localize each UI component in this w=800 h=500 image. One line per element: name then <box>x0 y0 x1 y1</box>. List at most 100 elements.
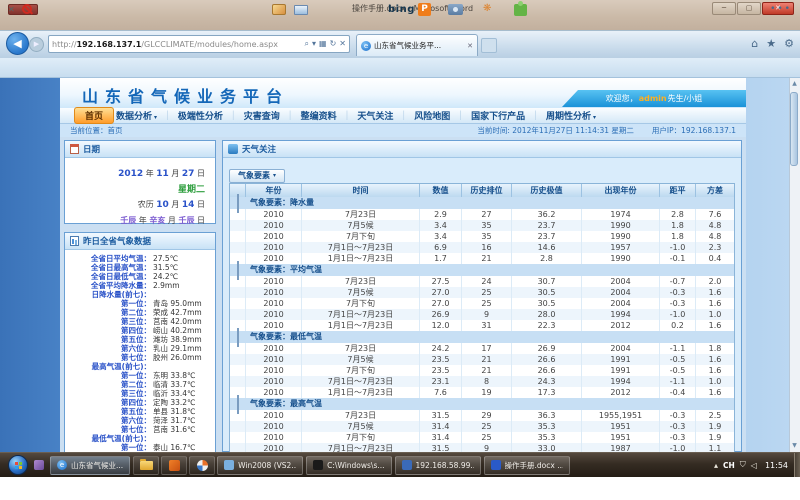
table-cell: 23.1 <box>420 376 462 387</box>
scroll-down-icon[interactable]: ▼ <box>791 442 798 449</box>
table-row[interactable]: 20107月1日～7月23日26.9928.01994-1.01.0 <box>230 309 734 320</box>
more-options-icon[interactable]: ••• <box>770 4 792 14</box>
plugin-addon-icon[interactable] <box>514 4 527 16</box>
nav-item-2[interactable]: 极端性分析 <box>176 109 225 122</box>
paw-addon-icon[interactable]: ❋ <box>483 3 491 14</box>
table-row[interactable]: 20107月5候27.02530.52004-0.31.6 <box>230 287 734 298</box>
column-header: 距平 <box>660 184 696 197</box>
table-cell: 29 <box>462 410 512 421</box>
table-cell: 2010 <box>246 242 302 253</box>
taskbar-media-button[interactable] <box>189 456 215 475</box>
nav-item-7[interactable]: 国家下行产品 <box>469 109 527 122</box>
nav-item-8[interactable]: 周期性分析▾ <box>544 109 598 122</box>
nav-item-6[interactable]: 风险地图 <box>412 109 452 122</box>
table-row[interactable]: 20107月23日2.92736.219742.87.6 <box>230 209 734 220</box>
table-group-row[interactable]: 气象要素：平均气温 <box>230 264 734 276</box>
element-filter-button[interactable]: 气象要素▾ <box>229 169 285 183</box>
table-row[interactable]: 20107月23日31.52936.31955,1951-0.32.5 <box>230 410 734 421</box>
table-row[interactable]: 20107月1日～7月23日23.1824.31994-1.11.0 <box>230 376 734 387</box>
table-row[interactable]: 20101月1日～7月23日12.03122.320120.21.6 <box>230 320 734 331</box>
ime-addon-icon[interactable]: P <box>418 3 431 16</box>
maximize-icon[interactable]: ▢ <box>737 2 761 15</box>
table-row[interactable]: 20107月5候3.43523.719901.84.8 <box>230 220 734 231</box>
table-cell: 2010 <box>246 276 302 287</box>
network-icon[interactable]: ⛉ <box>740 460 746 470</box>
table-cell: 7月下旬 <box>302 432 420 443</box>
nav-item-5[interactable]: 天气关注 <box>355 109 395 122</box>
table-cell: 31.4 <box>420 421 462 432</box>
taskbar-app-button[interactable] <box>161 456 187 475</box>
settings-gear-icon[interactable]: ⚙ <box>784 37 794 50</box>
nav-item-1[interactable]: 数据分析▾ <box>114 109 159 122</box>
stat-value: 31.5℃ <box>153 263 178 272</box>
table-cell: 1990 <box>582 220 660 231</box>
table-row[interactable]: 20107月下旬23.52126.61991-0.51.6 <box>230 365 734 376</box>
nav-item-3[interactable]: 灾害查询 <box>242 109 282 122</box>
addon-close-icon[interactable]: ✕ <box>8 5 15 14</box>
pinned-app-icon[interactable] <box>34 460 44 470</box>
table-row[interactable]: 20101月1日～7月23日7.61917.32012-0.41.6 <box>230 387 734 398</box>
nav-item-4[interactable]: 整编资料 <box>299 109 339 122</box>
search-icon[interactable]: ⌕ <box>305 39 309 49</box>
table-row[interactable]: 20101月1日～7月23日1.7212.81990-0.10.4 <box>230 253 734 264</box>
group-label: 气象要素：降水量 <box>246 197 314 209</box>
scroll-up-icon[interactable]: ▲ <box>791 80 798 87</box>
table-row[interactable]: 20107月下旬31.42535.31951-0.31.9 <box>230 432 734 443</box>
table-row[interactable]: 20107月5候23.52126.61991-0.51.6 <box>230 354 734 365</box>
show-desktop-button[interactable] <box>794 453 800 478</box>
forward-button[interactable]: ▶ <box>29 37 44 52</box>
browser-tab[interactable]: e 山东省气候业务平... ✕ <box>356 34 478 56</box>
taskbar-folder-button[interactable] <box>133 456 159 475</box>
table-cell: 25 <box>462 287 512 298</box>
table-cell: 2010 <box>246 298 302 309</box>
task-label: 操作手册.docx ... <box>505 460 563 471</box>
tab-favicon-icon: e <box>361 41 371 51</box>
refresh-icon[interactable]: ↻ <box>330 39 337 49</box>
start-button[interactable] <box>8 455 28 475</box>
table-cell: 31 <box>462 320 512 331</box>
table-group-row[interactable]: 气象要素：最低气温 <box>230 331 734 343</box>
picture-addon-icon[interactable] <box>272 4 286 15</box>
taskbar-task-button-0[interactable]: Win2008 (VS2... <box>217 456 303 475</box>
minimize-icon[interactable]: ─ <box>712 2 736 15</box>
welcome-ribbon: 欢迎您，admin 先生/小姐 <box>562 90 746 107</box>
table-row[interactable]: 20107月1日～7月23日31.5933.01987-1.01.1 <box>230 443 734 452</box>
table-cell: 2010 <box>246 220 302 231</box>
home-icon[interactable]: ⌂ <box>751 37 758 50</box>
tab-close-icon[interactable]: ✕ <box>467 42 473 50</box>
search-dropdown-icon[interactable]: ▾ <box>312 39 316 49</box>
table-row[interactable]: 20107月下旬27.02530.52004-0.31.6 <box>230 298 734 309</box>
table-row[interactable]: 20107月5候31.42535.31951-0.31.9 <box>230 421 734 432</box>
compatibility-icon[interactable]: ▦ <box>319 39 327 49</box>
camera-addon-icon[interactable] <box>448 4 463 15</box>
taskbar-task-button-2[interactable]: 192.168.58.99... <box>395 456 481 475</box>
table-group-row[interactable]: 气象要素：最高气温 <box>230 398 734 410</box>
date-panel: 日期 2012 年 11 月 27 日星期二农历 10 月 14 日壬辰 年 辛… <box>64 140 216 224</box>
mail-addon-icon[interactable] <box>294 5 308 15</box>
table-row[interactable]: 20107月23日24.21726.92004-1.11.8 <box>230 343 734 354</box>
table-cell: -0.3 <box>660 410 696 421</box>
volume-icon[interactable]: ◁ <box>751 461 757 470</box>
favorites-star-icon[interactable]: ★ <box>766 37 776 50</box>
nav-item-0[interactable]: 首页 <box>74 107 114 124</box>
stop-icon[interactable]: ✕ <box>339 39 346 49</box>
scrollbar-thumb[interactable] <box>790 92 798 166</box>
table-cell: 2.3 <box>696 242 734 253</box>
language-indicator[interactable]: CH <box>723 461 735 470</box>
tray-arrow-icon[interactable]: ▴ <box>714 461 718 470</box>
taskbar-clock[interactable]: 11:54 <box>765 461 788 470</box>
table-row[interactable]: 20107月下旬3.43523.719901.84.8 <box>230 231 734 242</box>
table-cell: 2010 <box>246 287 302 298</box>
task-label: 192.168.58.99... <box>416 461 474 470</box>
back-button[interactable]: ◀ <box>6 32 29 55</box>
bing-logo[interactable]: bing <box>388 4 415 15</box>
table-row[interactable]: 20107月23日27.52430.72004-0.72.0 <box>230 276 734 287</box>
taskbar-task-button-3[interactable]: 操作手册.docx ... <box>484 456 570 475</box>
table-cell: 1.6 <box>696 298 734 309</box>
address-bar[interactable]: http://192.168.137.1/GLCCLIMATE/modules/… <box>48 35 350 53</box>
new-tab-button[interactable] <box>481 38 497 53</box>
table-row[interactable]: 20107月1日～7月23日6.91614.61957-1.02.3 <box>230 242 734 253</box>
taskbar-ie-button[interactable]: e 山东省气候业... <box>50 456 130 475</box>
taskbar-task-button-1[interactable]: C:\Windows\s... <box>306 456 391 475</box>
table-group-row[interactable]: 气象要素：降水量 <box>230 197 734 209</box>
